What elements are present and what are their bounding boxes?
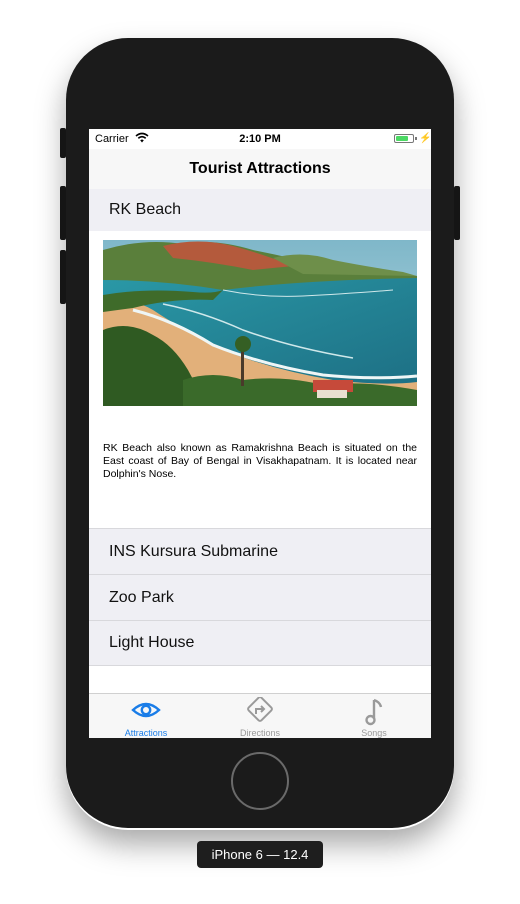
volume-down-button bbox=[60, 250, 66, 304]
divider bbox=[89, 665, 431, 666]
home-button[interactable] bbox=[231, 752, 289, 810]
status-time: 2:10 PM bbox=[239, 133, 281, 145]
section-header-rk-beach[interactable]: RK Beach bbox=[89, 189, 431, 231]
navigation-bar: Tourist Attractions bbox=[89, 149, 431, 189]
battery-icon bbox=[394, 134, 417, 143]
tab-label: Attractions bbox=[124, 728, 168, 738]
status-bar: Carrier 2:10 PM ⚡ bbox=[89, 129, 431, 149]
app-screen: Carrier 2:10 PM ⚡ Tourist Attractions RK… bbox=[89, 129, 431, 738]
section-description: RK Beach also known as Ramakrishna Beach… bbox=[103, 442, 417, 480]
directions-icon bbox=[247, 697, 273, 722]
tab-label: Songs bbox=[361, 728, 387, 738]
tab-bar: Attractions Directions Songs bbox=[89, 693, 431, 738]
music-note-icon bbox=[365, 698, 383, 726]
volume-up-button bbox=[60, 186, 66, 240]
section-header-ins-kursura[interactable]: INS Kursura Submarine bbox=[89, 529, 431, 574]
section-header-zoo-park[interactable]: Zoo Park bbox=[89, 575, 431, 620]
section-title: RK Beach bbox=[109, 201, 182, 218]
tab-songs[interactable]: Songs bbox=[317, 694, 431, 738]
section-header-light-house[interactable]: Light House bbox=[89, 621, 431, 665]
tab-directions[interactable]: Directions bbox=[203, 694, 317, 738]
mute-switch bbox=[60, 128, 66, 158]
eye-icon bbox=[131, 702, 161, 718]
section-title: Zoo Park bbox=[109, 589, 174, 606]
power-button bbox=[454, 186, 460, 240]
simulator-device-label: iPhone 6 — 12.4 bbox=[197, 841, 323, 868]
charging-icon: ⚡ bbox=[419, 133, 431, 144]
section-title: INS Kursura Submarine bbox=[109, 543, 278, 560]
page-title: Tourist Attractions bbox=[189, 160, 331, 177]
beach-photo bbox=[103, 240, 417, 406]
section-title: Light House bbox=[109, 634, 195, 651]
tab-label: Directions bbox=[239, 728, 280, 738]
tab-attractions[interactable]: Attractions bbox=[89, 694, 203, 738]
